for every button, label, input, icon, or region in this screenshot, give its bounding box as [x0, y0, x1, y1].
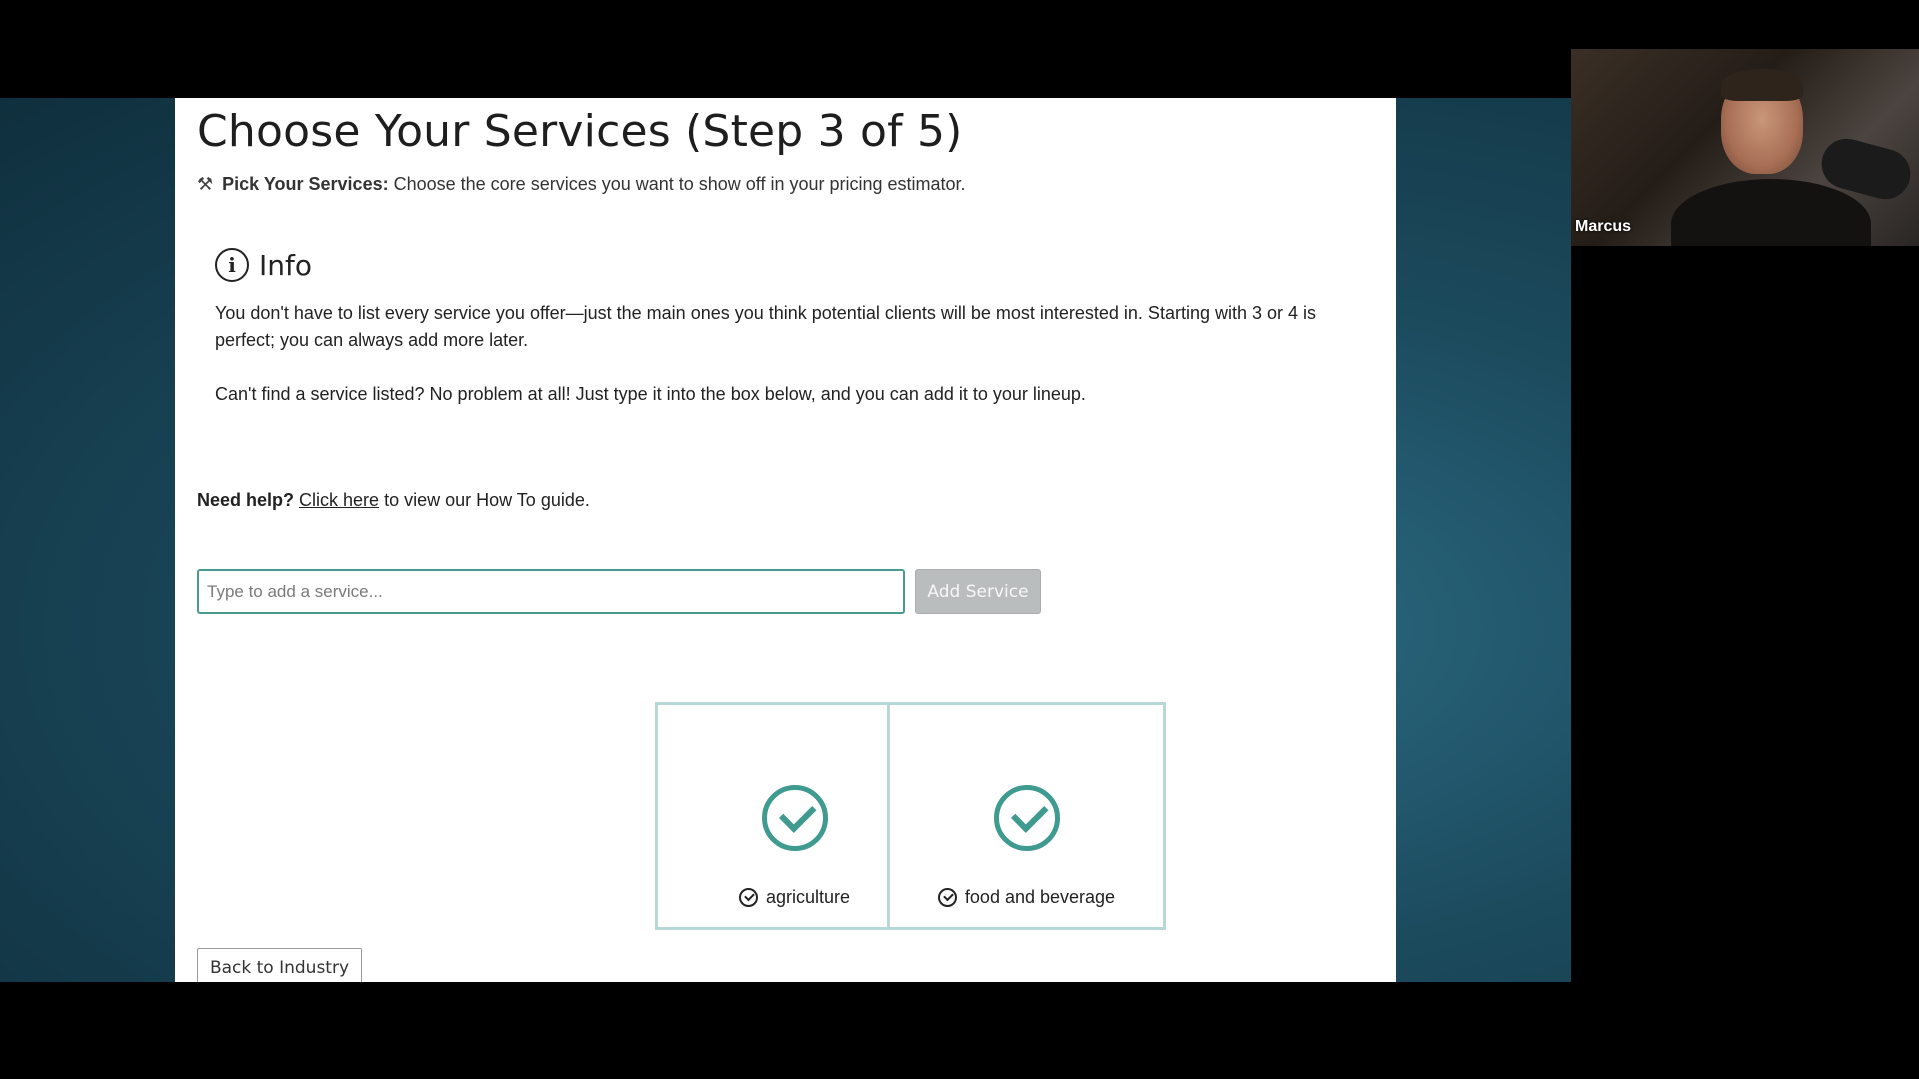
tools-icon: ⚒: [197, 174, 214, 194]
back-to-industry-button[interactable]: Back to Industry: [197, 948, 362, 982]
add-service-input[interactable]: [197, 569, 905, 614]
info-header: i Info: [215, 248, 1365, 282]
camera-tile: Marcus: [1571, 49, 1919, 246]
info-title: Info: [259, 248, 312, 282]
info-box: i Info You don't have to list every serv…: [215, 248, 1365, 408]
how-to-guide-link[interactable]: Click here: [299, 490, 379, 510]
service-card-food-and-beverage[interactable]: food and beverage: [887, 702, 1166, 930]
participant-body: [1671, 179, 1871, 246]
page-subtitle: ⚒ Pick Your Services: Choose the core se…: [197, 174, 966, 195]
check-circle-icon: [994, 785, 1060, 851]
participant-name: Marcus: [1575, 218, 1632, 235]
check-icon: [937, 888, 957, 907]
info-icon: i: [215, 248, 249, 282]
shared-screen: Choose Your Services (Step 3 of 5) ⚒ Pic…: [0, 98, 1571, 982]
subtitle-text: Choose the core services you want to sho…: [393, 174, 966, 194]
service-name: food and beverage: [964, 887, 1116, 907]
service-card-label: food and beverage: [890, 887, 1163, 908]
add-service-button[interactable]: Add Service: [915, 569, 1041, 614]
help-bold: Need help?: [197, 490, 295, 510]
participant-hair: [1721, 69, 1803, 101]
page-title: Choose Your Services (Step 3 of 5): [197, 106, 963, 157]
check-icon: [738, 888, 758, 907]
info-paragraph: Can't find a service listed? No problem …: [215, 384, 1086, 404]
estimator-page: Choose Your Services (Step 3 of 5) ⚒ Pic…: [175, 98, 1396, 982]
service-name: agriculture: [765, 887, 851, 907]
subtitle-bold: Pick Your Services:: [222, 174, 389, 194]
help-rest: to view our How To guide.: [384, 490, 590, 510]
check-circle-icon: [762, 785, 828, 851]
help-line: Need help? Click here to view our How To…: [197, 490, 590, 511]
info-paragraph: You don't have to list every service you…: [215, 303, 1317, 350]
